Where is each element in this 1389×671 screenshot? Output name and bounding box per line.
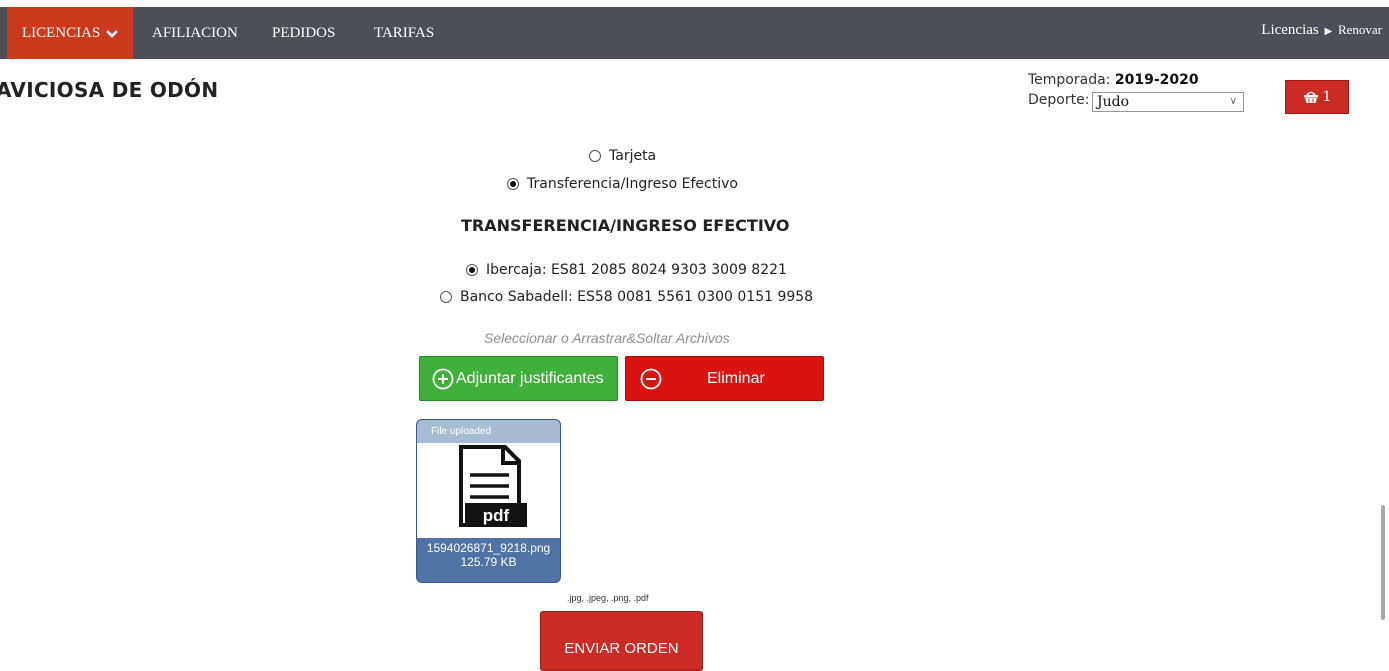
page-title: AVICIOSA DE ODÓN (0, 78, 219, 102)
attach-files-button[interactable]: Adjuntar justificantes (419, 356, 618, 401)
delete-files-button[interactable]: Eliminar (625, 356, 824, 401)
sport-label: Deporte: (1028, 92, 1090, 108)
bank-sabadell-label: Banco Sabadell: ES58 0081 5561 0300 0151… (460, 289, 814, 305)
upload-hint[interactable]: Seleccionar o Arrastrar&Soltar Archivos (484, 330, 730, 346)
sport-select[interactable]: Judo ∨ (1092, 92, 1244, 112)
scrollbar[interactable] (1381, 505, 1385, 620)
nav-licencias[interactable]: LICENCIAS (7, 7, 133, 59)
nav-afiliacion-label: AFILIACION (152, 25, 238, 41)
nav-licencias-label: LICENCIAS (21, 25, 101, 41)
chevron-down-icon (106, 29, 118, 38)
basket-icon (1303, 91, 1318, 103)
nav-afiliacion[interactable]: AFILIACION (152, 7, 238, 59)
allowed-file-types: .jpg, .jpeg, .png, .pdf (567, 593, 649, 603)
submit-order-label: ENVIAR ORDEN (564, 640, 679, 657)
nav-tarifas[interactable]: TARIFAS (374, 7, 434, 59)
pdf-file-icon-label: pdf (483, 506, 510, 525)
caret-right-icon: ▶ (1324, 26, 1333, 37)
delete-files-label: Eliminar (707, 370, 765, 387)
season-label: Temporada: (1028, 72, 1111, 88)
radio-tarjeta-label: Tarjeta (609, 148, 657, 164)
plus-circle-icon (432, 368, 454, 389)
radio-bank-sabadell[interactable]: Banco Sabadell: ES58 0081 5561 0300 0151… (440, 289, 813, 305)
season-info: Temporada: 2019-2020 (1028, 72, 1199, 88)
cart-count: 1 (1322, 89, 1332, 105)
breadcrumb-current: Renovar (1337, 22, 1382, 37)
file-preview: pdf (417, 443, 560, 538)
file-name: 1594026871_9218.png (426, 541, 551, 555)
breadcrumb: Licencias ▶ Renovar (1261, 7, 1382, 59)
uploaded-file-card[interactable]: File uploaded pdf 1594026871_9218.png 12… (416, 419, 561, 583)
radio-transferencia-label: Transferencia/Ingreso Efectivo (527, 176, 738, 192)
radio-transferencia[interactable]: Transferencia/Ingreso Efectivo (507, 176, 738, 192)
submit-order-button[interactable]: ENVIAR ORDEN (540, 611, 703, 671)
attach-files-label: Adjuntar justificantes (456, 369, 604, 387)
pdf-file-icon: pdf (459, 445, 527, 527)
minus-circle-icon (640, 368, 662, 390)
radio-tarjeta[interactable]: Tarjeta (589, 148, 656, 164)
file-size: 125.79 KB (460, 555, 517, 569)
bank-ibercaja-label: Ibercaja: ES81 2085 8024 9303 3009 8221 (486, 262, 787, 278)
sport-select-value: Judo (1097, 94, 1130, 110)
section-title: TRANSFERENCIA/INGRESO EFECTIVO (461, 216, 790, 235)
radio-bank-ibercaja[interactable]: Ibercaja: ES81 2085 8024 9303 3009 8221 (466, 262, 787, 278)
nav-pedidos[interactable]: PEDIDOS (272, 7, 335, 59)
file-status: File uploaded (417, 420, 560, 443)
season-value: 2019-2020 (1114, 72, 1199, 88)
sport-row: Deporte: Judo ∨ (1028, 92, 1244, 112)
radio-button[interactable] (589, 150, 601, 162)
radio-button[interactable] (440, 291, 452, 303)
radio-button[interactable] (466, 264, 478, 276)
nav-tarifas-label: TARIFAS (374, 25, 435, 41)
breadcrumb-parent[interactable]: Licencias (1261, 22, 1318, 38)
chevron-down-icon: ∨ (1229, 96, 1237, 107)
nav-pedidos-label: PEDIDOS (272, 25, 336, 41)
radio-button[interactable] (507, 178, 519, 190)
cart-button[interactable]: 1 (1285, 80, 1349, 114)
top-navbar: LICENCIAS AFILIACION PEDIDOS TARIFAS Lic… (0, 7, 1389, 59)
